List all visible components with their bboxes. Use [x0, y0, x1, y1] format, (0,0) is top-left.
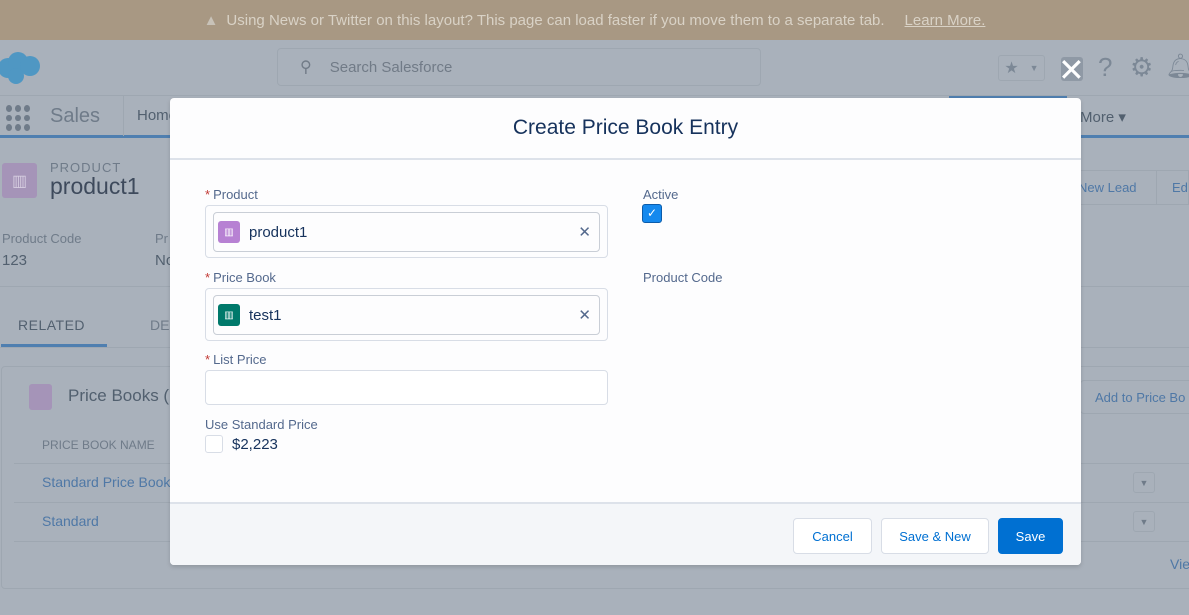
- star-icon: ★: [1004, 60, 1019, 77]
- modal-footer: Cancel Save & New Save: [170, 502, 1081, 565]
- save-button[interactable]: Save: [998, 518, 1063, 554]
- pricebook-icon: ▥: [218, 304, 240, 326]
- record-name: product1: [50, 173, 140, 199]
- product-lookup[interactable]: ▥ product1 ✕: [205, 205, 608, 258]
- warning-icon: ▲: [203, 11, 219, 29]
- close-modal-icon[interactable]: ✕: [1058, 52, 1085, 88]
- learn-more-link[interactable]: Learn More.: [905, 12, 986, 29]
- row-action-menu[interactable]: ▼: [1133, 511, 1155, 532]
- favorites-button[interactable]: ★ ▼: [998, 55, 1045, 81]
- pricebook-icon: [29, 384, 52, 410]
- column-header: PRICE BOOK NAME: [42, 438, 155, 452]
- list-price-label: * List Price: [205, 352, 267, 367]
- search-placeholder: Search Salesforce: [329, 58, 453, 76]
- banner-message: Using News or Twitter on this layout? Th…: [226, 11, 885, 29]
- field-label: Product Code: [2, 231, 82, 246]
- search-icon: ⚲: [300, 59, 312, 76]
- modal-title: Create Price Book Entry: [170, 98, 1081, 160]
- price-book-value: test1: [249, 306, 282, 324]
- save-and-new-button[interactable]: Save & New: [881, 518, 989, 554]
- active-checkbox[interactable]: ✓: [642, 204, 662, 223]
- clear-icon[interactable]: ✕: [578, 223, 591, 241]
- search-input[interactable]: ⚲ Search Salesforce: [277, 48, 761, 86]
- field-label: Pr: [155, 231, 168, 246]
- active-label: Active: [643, 187, 679, 202]
- price-book-link[interactable]: Standard: [42, 513, 99, 529]
- row-action-menu[interactable]: ▼: [1133, 472, 1155, 493]
- clear-icon[interactable]: ✕: [578, 306, 591, 324]
- edit-button[interactable]: Ed: [1172, 180, 1188, 195]
- tab-details[interactable]: DE: [150, 317, 169, 333]
- field-value: 123: [2, 252, 28, 269]
- use-standard-price-label: Use Standard Price: [205, 417, 318, 432]
- cancel-button[interactable]: Cancel: [793, 518, 872, 554]
- performance-banner: ▲ Using News or Twitter on this layout? …: [0, 0, 1189, 40]
- more-tab[interactable]: More ▾: [1080, 108, 1126, 126]
- bell-icon[interactable]: 🔔︎: [1165, 52, 1189, 81]
- list-price-input[interactable]: [205, 370, 608, 405]
- add-to-price-book-button[interactable]: Add to Price Bo: [1095, 390, 1185, 405]
- product-icon: ▥: [218, 221, 240, 243]
- tab-related[interactable]: RELATED: [18, 317, 85, 333]
- product-label: * Product: [205, 187, 258, 202]
- price-book-label: * Price Book: [205, 270, 276, 285]
- product-code-label: Product Code: [643, 270, 723, 285]
- chevron-down-icon: ▼: [1029, 63, 1039, 73]
- view-all-link[interactable]: Vie: [1170, 556, 1189, 572]
- price-book-link[interactable]: Standard Price Book: [42, 474, 170, 490]
- use-standard-price-checkbox[interactable]: [205, 435, 223, 453]
- new-lead-button[interactable]: New Lead: [1078, 180, 1137, 195]
- app-launcher-icon[interactable]: [6, 105, 32, 131]
- app-name: Sales: [50, 105, 101, 127]
- card-title: Price Books (: [68, 386, 170, 405]
- salesforce-logo: [0, 52, 40, 84]
- gear-icon[interactable]: ⚙: [1130, 52, 1153, 83]
- product-icon: ▥: [2, 163, 37, 198]
- help-icon[interactable]: ?: [1098, 52, 1112, 83]
- standard-price-value: $2,223: [232, 436, 278, 453]
- price-book-lookup[interactable]: ▥ test1 ✕: [205, 288, 608, 341]
- product-value: product1: [249, 223, 308, 241]
- create-price-book-entry-modal: Create Price Book Entry * Product ▥ produc…: [170, 98, 1081, 565]
